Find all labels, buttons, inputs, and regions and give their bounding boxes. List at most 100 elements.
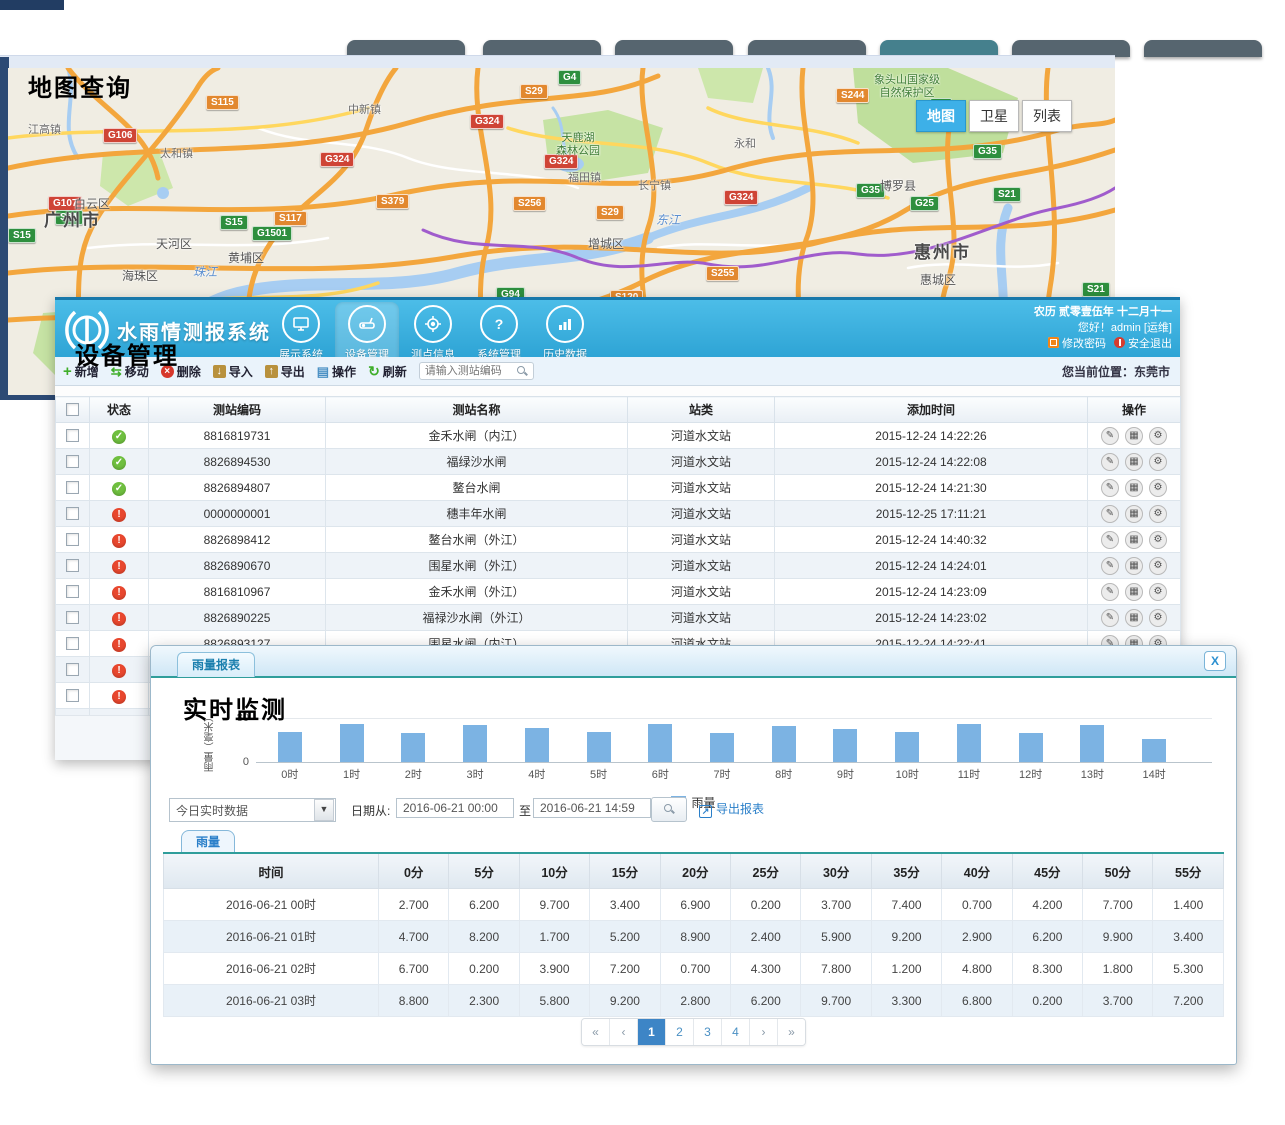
- bar-slot: 13时: [1062, 678, 1124, 762]
- page-number-button[interactable]: 1: [638, 1019, 666, 1045]
- row-checkbox[interactable]: [66, 585, 79, 598]
- cell-value: 1.400: [1153, 889, 1224, 921]
- map-place-label: 福田镇: [568, 172, 601, 185]
- bar: [648, 724, 672, 763]
- cell-checkbox: [56, 657, 90, 683]
- delete-icon[interactable]: ▦: [1125, 609, 1143, 627]
- tab-rain[interactable]: 雨量: [181, 830, 235, 854]
- edit-icon[interactable]: ✎: [1101, 453, 1119, 471]
- cell-code: 8826890670: [149, 553, 326, 579]
- cell-status: ✓: [90, 423, 149, 449]
- toolbar-button-exp[interactable]: ↑导出: [265, 363, 305, 380]
- toolbar-button-label: 导出: [281, 363, 305, 380]
- row-checkbox[interactable]: [66, 533, 79, 546]
- row-checkbox[interactable]: [66, 637, 79, 650]
- target-icon: [414, 305, 452, 343]
- toolbar-button-imp[interactable]: ↓导入: [213, 363, 253, 380]
- change-password-link[interactable]: 修改密码: [1062, 338, 1106, 350]
- road-badge: S29: [520, 84, 548, 99]
- bar: [401, 733, 425, 762]
- date-from-input[interactable]: [396, 798, 514, 818]
- gear-icon[interactable]: ⚙: [1149, 531, 1167, 549]
- cell-value: 1.700: [519, 921, 589, 953]
- rain-table-header: 时间0分5分10分15分20分25分30分35分40分45分50分55分: [164, 853, 1224, 889]
- toolbar-button-label: 刷新: [383, 363, 407, 380]
- date-to-input[interactable]: [533, 798, 651, 818]
- x-tick-label: 10时: [876, 766, 938, 782]
- toolbar-button-act[interactable]: ▤操作: [317, 363, 356, 380]
- map-place-label: 惠州市: [914, 246, 971, 259]
- map-type-satellite-button[interactable]: 卫星: [969, 100, 1019, 132]
- logout-link[interactable]: 安全退出: [1128, 338, 1172, 350]
- edit-icon[interactable]: ✎: [1101, 583, 1119, 601]
- row-checkbox[interactable]: [66, 429, 79, 442]
- cell-hour: 2016-06-21 03时: [164, 985, 379, 1017]
- page-nav-button[interactable]: ‹: [610, 1019, 638, 1045]
- page-number-button[interactable]: 3: [694, 1019, 722, 1045]
- row-checkbox[interactable]: [66, 455, 79, 468]
- gear-icon[interactable]: ⚙: [1149, 557, 1167, 575]
- delete-icon[interactable]: ▦: [1125, 531, 1143, 549]
- row-checkbox[interactable]: [66, 481, 79, 494]
- row-checkbox[interactable]: [66, 559, 79, 572]
- gear-icon[interactable]: ⚙: [1149, 609, 1167, 627]
- bar: [710, 733, 734, 762]
- bar: [1142, 739, 1166, 762]
- cell-time: 2015-12-24 14:40:32: [775, 527, 1088, 553]
- imp-icon: ↓: [213, 365, 226, 378]
- edit-icon[interactable]: ✎: [1101, 505, 1119, 523]
- bar: [525, 728, 549, 762]
- gear-icon[interactable]: ⚙: [1149, 583, 1167, 601]
- cell-name: 鳌台水闸（外江）: [326, 527, 628, 553]
- nav-item-point-info[interactable]: 测点信息: [401, 302, 465, 364]
- delete-icon[interactable]: ▦: [1125, 453, 1143, 471]
- row-checkbox[interactable]: [66, 689, 79, 702]
- edit-icon[interactable]: ✎: [1101, 427, 1119, 445]
- delete-icon[interactable]: ▦: [1125, 505, 1143, 523]
- edit-icon[interactable]: ✎: [1101, 557, 1119, 575]
- page-nav-button[interactable]: «: [582, 1019, 610, 1045]
- x-tick-label: 4时: [506, 766, 568, 782]
- cell-value: 3.700: [801, 889, 871, 921]
- select-all-checkbox[interactable]: [66, 403, 79, 416]
- edit-icon[interactable]: ✎: [1101, 479, 1119, 497]
- row-checkbox[interactable]: [66, 611, 79, 624]
- road-badge: S15: [8, 228, 36, 243]
- export-report-link[interactable]: ↗导出报表: [699, 800, 764, 818]
- delete-icon[interactable]: ▦: [1125, 557, 1143, 575]
- map-type-map-button[interactable]: 地图: [916, 100, 966, 132]
- table-row: ✓8826894807鳌台水闸河道水文站2015-12-24 14:21:30✎…: [56, 475, 1181, 501]
- bar-slot: 6时: [629, 678, 691, 762]
- nav-item-device-management[interactable]: 设备管理: [335, 302, 399, 364]
- road-badge: S21: [1082, 282, 1110, 297]
- nav-item-system-management[interactable]: ? 系统管理: [467, 302, 531, 364]
- road-badge: G4: [558, 70, 581, 85]
- search-button[interactable]: [651, 797, 687, 822]
- bar-slot: 11时: [938, 678, 1000, 762]
- delete-icon[interactable]: ▦: [1125, 427, 1143, 445]
- page-number-button[interactable]: 2: [666, 1019, 694, 1045]
- cell-ops: ✎ ▦ ⚙: [1088, 501, 1181, 527]
- gear-icon[interactable]: ⚙: [1149, 427, 1167, 445]
- delete-icon[interactable]: ▦: [1125, 583, 1143, 601]
- edit-icon[interactable]: ✎: [1101, 531, 1119, 549]
- page-nav-button[interactable]: »: [778, 1019, 805, 1045]
- row-checkbox[interactable]: [66, 663, 79, 676]
- cell-value: 0.200: [1012, 985, 1082, 1017]
- delete-icon[interactable]: ▦: [1125, 479, 1143, 497]
- gear-icon[interactable]: ⚙: [1149, 505, 1167, 523]
- row-checkbox[interactable]: [66, 507, 79, 520]
- cell-time: 2015-12-24 14:24:01: [775, 553, 1088, 579]
- preset-select[interactable]: 今日实时数据 ▼: [169, 798, 336, 822]
- gear-icon[interactable]: ⚙: [1149, 453, 1167, 471]
- edit-icon[interactable]: ✎: [1101, 609, 1119, 627]
- page-number-button[interactable]: 4: [722, 1019, 750, 1045]
- page-nav-button[interactable]: ›: [750, 1019, 778, 1045]
- close-icon[interactable]: X: [1204, 651, 1226, 671]
- gear-icon[interactable]: ⚙: [1149, 479, 1167, 497]
- map-type-list-button[interactable]: 列表: [1022, 100, 1072, 132]
- tab-rain-report[interactable]: 雨量报表: [177, 652, 255, 677]
- nav-item-history-data[interactable]: 历史数据: [533, 302, 597, 364]
- nav-item-display-system[interactable]: 展示系统: [269, 302, 333, 364]
- toolbar-button-ref[interactable]: ↻刷新: [368, 363, 407, 380]
